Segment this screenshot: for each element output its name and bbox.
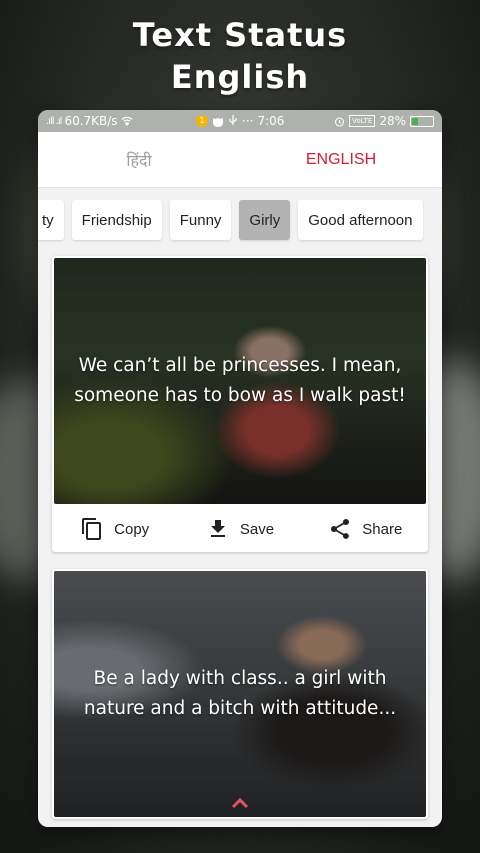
- clock: 7:06: [257, 114, 285, 128]
- status-dots: ···: [242, 114, 254, 128]
- alarm-icon: [335, 116, 345, 127]
- language-tabs: हिंदी ENGLISH: [38, 132, 442, 188]
- category-chip[interactable]: Funny: [169, 200, 232, 240]
- category-chip[interactable]: ty: [38, 200, 64, 240]
- category-chip[interactable]: Good afternoon: [298, 200, 423, 240]
- chevron-up-icon[interactable]: [230, 794, 250, 813]
- volte-badge: VoLTE: [349, 115, 376, 127]
- status-quote[interactable]: Be a lady with class.. a girl with natur…: [64, 664, 416, 724]
- status-quote[interactable]: We can’t all be princesses. I mean, some…: [64, 351, 416, 411]
- share-icon: [331, 519, 350, 539]
- promo-title: Text Status English: [0, 14, 480, 98]
- cat-icon: [213, 118, 223, 127]
- phone-screen: .ıll .ıl 60.7KB/s 1 ··· 7:06 VoLTE 28% ह…: [38, 110, 442, 827]
- category-chip[interactable]: Girly: [239, 200, 291, 240]
- battery-percent: 28%: [379, 114, 406, 128]
- tab-english[interactable]: ENGLISH: [240, 151, 442, 169]
- download-icon: [210, 520, 225, 537]
- category-chips[interactable]: ty Friendship Funny Girly Good afternoon: [38, 188, 442, 252]
- status-background-image: We can’t all be princesses. I mean, some…: [54, 258, 426, 504]
- share-label: Share: [362, 520, 403, 538]
- notification-badge-icon: 1: [196, 115, 208, 127]
- tab-hindi[interactable]: हिंदी: [38, 149, 240, 171]
- category-chip[interactable]: Friendship: [71, 200, 162, 240]
- usb-icon: [229, 115, 237, 125]
- share-button[interactable]: Share: [303, 517, 428, 541]
- battery-icon: [410, 115, 434, 127]
- status-background-image: Be a lady with class.. a girl with natur…: [54, 571, 426, 817]
- signal-icon: .ıll .ıl: [46, 115, 62, 127]
- copy-label: Copy: [114, 520, 150, 538]
- status-card: Be a lady with class.. a girl with natur…: [52, 569, 428, 819]
- save-label: Save: [239, 520, 275, 538]
- copy-button[interactable]: Copy: [52, 517, 177, 541]
- copy-icon: [82, 518, 102, 540]
- wifi-icon: [121, 116, 133, 126]
- status-bar: .ıll .ıl 60.7KB/s 1 ··· 7:06 VoLTE 28%: [38, 110, 442, 132]
- promo-title-line2: English: [170, 58, 310, 96]
- card-actions: Copy Save Share: [52, 506, 428, 552]
- status-card: We can’t all be princesses. I mean, some…: [52, 256, 428, 552]
- save-button[interactable]: Save: [177, 517, 302, 541]
- network-speed: 60.7KB/s: [64, 114, 118, 128]
- promo-title-line1: Text Status: [132, 16, 348, 54]
